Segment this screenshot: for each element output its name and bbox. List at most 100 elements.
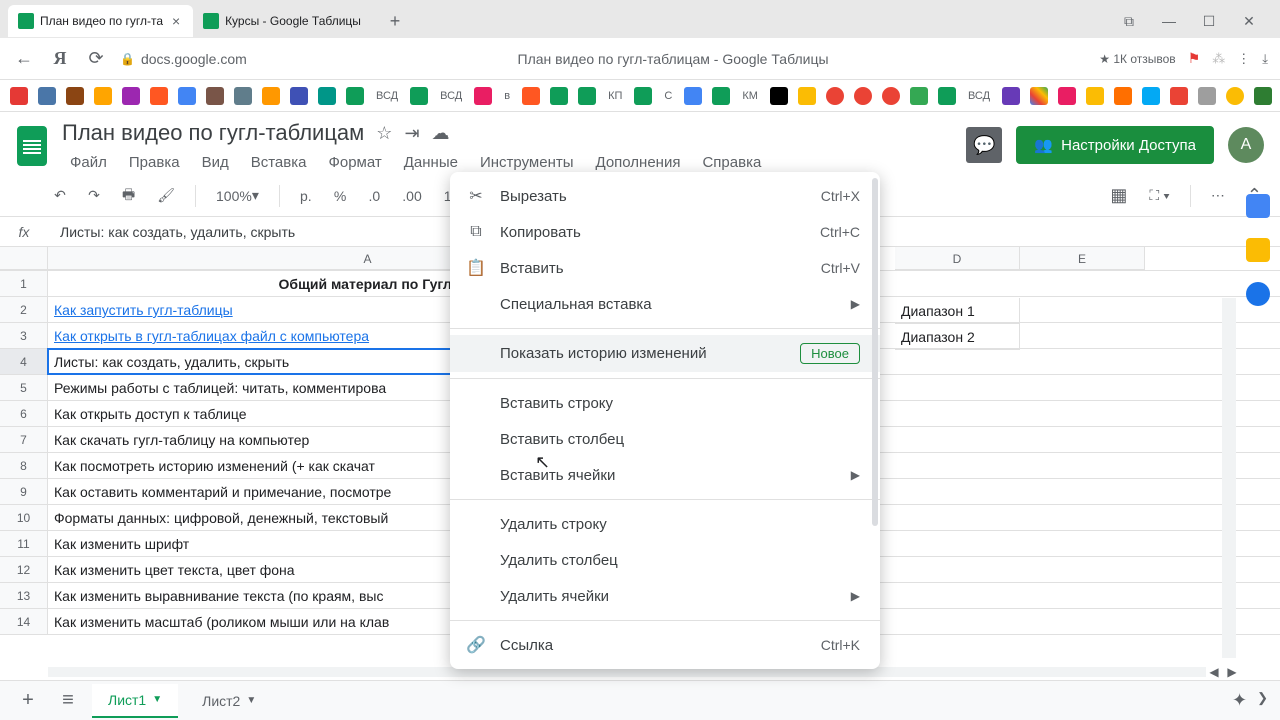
context-menu-item[interactable]: Вставить строку xyxy=(450,385,880,421)
bookmark-item[interactable] xyxy=(1058,87,1076,105)
comments-icon[interactable]: 💬 xyxy=(966,127,1002,163)
bookmark-item[interactable] xyxy=(1086,87,1104,105)
download-icon[interactable]: ⤓ xyxy=(1262,51,1268,67)
bookmark-text[interactable]: ВСД xyxy=(438,90,464,102)
bookmark-item[interactable] xyxy=(578,87,596,105)
cell-d3[interactable]: Диапазон 1 xyxy=(895,298,1020,324)
browser-tab-active[interactable]: План видео по гугл-та × xyxy=(8,5,193,37)
bookmark-item[interactable] xyxy=(1254,87,1272,105)
bookmark-item[interactable] xyxy=(290,87,308,105)
bookmark-icon[interactable]: ⚑ xyxy=(1188,50,1201,67)
context-menu-item[interactable]: Вставить ячейки▶ xyxy=(450,457,880,493)
context-menu-item[interactable]: Показать историю измененийНовое xyxy=(450,335,880,372)
column-header-e[interactable]: E xyxy=(1020,247,1145,270)
row-number[interactable]: 5 xyxy=(0,375,48,400)
calendar-icon[interactable] xyxy=(1246,194,1270,218)
menu-edit[interactable]: Правка xyxy=(121,150,188,175)
context-menu-item[interactable]: Удалить столбец xyxy=(450,542,880,578)
row-number[interactable]: 6 xyxy=(0,401,48,426)
menu-file[interactable]: Файл xyxy=(62,150,115,175)
context-menu-item[interactable]: Удалить строку xyxy=(450,506,880,542)
print-button[interactable]: 🖶 xyxy=(116,180,141,212)
bookmark-item[interactable] xyxy=(122,87,140,105)
bookmark-item[interactable] xyxy=(38,87,56,105)
context-menu-item[interactable]: Удалить ячейки▶ xyxy=(450,578,880,614)
bookmark-item[interactable] xyxy=(1142,87,1160,105)
row-number[interactable]: 1 xyxy=(0,271,48,296)
vertical-scrollbar[interactable] xyxy=(1222,298,1236,658)
share-button[interactable]: 👥 Настройки Доступа xyxy=(1016,126,1214,164)
paw-icon[interactable]: ⁂ xyxy=(1212,51,1225,67)
filter-icon[interactable]: ⛶ ▾ xyxy=(1143,183,1176,208)
bookmark-item[interactable] xyxy=(66,87,84,105)
bookmark-item[interactable] xyxy=(1030,87,1048,105)
move-icon[interactable]: ⇥ xyxy=(404,123,419,144)
menu-view[interactable]: Вид xyxy=(194,150,237,175)
select-all-corner[interactable] xyxy=(0,247,48,270)
keep-icon[interactable] xyxy=(1246,238,1270,262)
redo-button[interactable]: ↷ xyxy=(82,183,106,208)
explore-button[interactable]: ✦ xyxy=(1232,690,1247,711)
row-number[interactable]: 11 xyxy=(0,531,48,556)
bookmark-text[interactable]: в xyxy=(502,90,512,102)
back-button[interactable]: ← xyxy=(12,47,36,71)
bookmark-item[interactable] xyxy=(712,87,730,105)
bookmark-item[interactable] xyxy=(1226,87,1244,105)
bookmark-item[interactable] xyxy=(882,87,900,105)
browser-tab[interactable]: Курсы - Google Таблицы xyxy=(193,5,373,37)
row-number[interactable]: 3 xyxy=(0,323,48,348)
chevron-down-icon[interactable]: ▼ xyxy=(246,695,256,706)
bookmark-item[interactable] xyxy=(550,87,568,105)
context-menu-item[interactable]: Специальная вставка▶ xyxy=(450,286,880,322)
row-number[interactable]: 10 xyxy=(0,505,48,530)
context-menu-item[interactable]: Вставить столбец xyxy=(450,421,880,457)
scroll-right-button[interactable]: ▶ xyxy=(1224,664,1240,680)
bookmark-item[interactable] xyxy=(826,87,844,105)
chevron-down-icon[interactable]: ▼ xyxy=(152,694,162,705)
extensions-icon[interactable]: ⋮ xyxy=(1237,51,1250,67)
context-menu-item[interactable]: ✂ВырезатьCtrl+X xyxy=(450,178,880,214)
bookmark-item[interactable] xyxy=(634,87,652,105)
bookmark-item[interactable] xyxy=(94,87,112,105)
bookmark-item[interactable] xyxy=(1002,87,1020,105)
bookmark-item[interactable] xyxy=(1170,87,1188,105)
row-number[interactable]: 8 xyxy=(0,453,48,478)
sheet-tab-active[interactable]: Лист1 ▼ xyxy=(92,684,178,718)
increase-decimal[interactable]: .00 xyxy=(396,184,427,208)
bookmark-item[interactable] xyxy=(1114,87,1132,105)
bookmark-item[interactable] xyxy=(234,87,252,105)
close-icon[interactable]: × xyxy=(169,14,183,28)
column-header-d[interactable]: D xyxy=(895,247,1020,270)
row-number[interactable]: 12 xyxy=(0,557,48,582)
undo-button[interactable]: ↶ xyxy=(48,183,72,208)
currency-format[interactable]: р. xyxy=(294,184,318,208)
bookmark-item[interactable] xyxy=(10,87,28,105)
bookmark-text[interactable]: КМ xyxy=(740,90,760,102)
sheet-tab[interactable]: Лист2 ▼ xyxy=(186,685,272,717)
bookmark-item[interactable] xyxy=(1198,87,1216,105)
scroll-left-button[interactable]: ◀ xyxy=(1206,664,1222,680)
maximize-button[interactable]: ☐ xyxy=(1198,10,1220,32)
bookmark-text[interactable]: ВСД xyxy=(374,90,400,102)
cloud-status-icon[interactable]: ☁ xyxy=(432,123,450,144)
insert-chart-icon[interactable]: ▦ xyxy=(1104,181,1133,210)
bookmark-item[interactable] xyxy=(474,87,492,105)
cell-d4[interactable]: Диапазон 2 xyxy=(895,324,1020,350)
bookmark-text[interactable]: ВСД xyxy=(966,90,992,102)
bookmark-item[interactable] xyxy=(770,87,788,105)
bookmark-item[interactable] xyxy=(410,87,428,105)
menu-insert[interactable]: Вставка xyxy=(243,150,315,175)
fx-label[interactable]: fx xyxy=(0,224,48,240)
bookmark-item[interactable] xyxy=(346,87,364,105)
new-tab-button[interactable]: + xyxy=(381,7,409,35)
close-window-button[interactable]: ✕ xyxy=(1238,10,1260,32)
paint-format-button[interactable]: 🖌 xyxy=(151,183,181,208)
row-number[interactable]: 2 xyxy=(0,297,48,322)
more-toolbar[interactable]: ⋯ xyxy=(1205,183,1231,208)
row-number[interactable]: 9 xyxy=(0,479,48,504)
menu-format[interactable]: Формат xyxy=(320,150,389,175)
bookmark-item[interactable] xyxy=(798,87,816,105)
tasks-icon[interactable] xyxy=(1246,282,1270,306)
bookmark-item[interactable] xyxy=(522,87,540,105)
user-avatar[interactable]: A xyxy=(1228,127,1264,163)
